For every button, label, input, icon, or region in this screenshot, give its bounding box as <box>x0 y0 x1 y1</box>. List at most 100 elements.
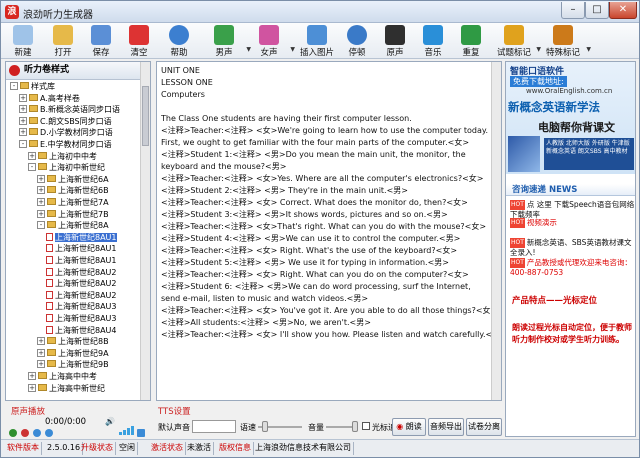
tree-folder-item[interactable]: + D.小学教材同步口语 <box>19 128 113 138</box>
editor-line[interactable]: <注释>Teacher:<注释> <女> Right. What's the u… <box>161 245 491 257</box>
volume-slider-knob[interactable] <box>352 421 358 432</box>
editor-line[interactable]: <注释>Student 2:<注释> <男> They're in the ma… <box>161 185 491 197</box>
title-bar[interactable]: 浪 浪劲听力生成器 – □ ✕ <box>1 1 639 23</box>
toolbar-button-3[interactable]: 保存 <box>83 24 119 58</box>
editor-line[interactable]: <注释>Teacher:<注释> <女>That's right. What c… <box>161 221 491 233</box>
stop-icon[interactable] <box>21 429 29 437</box>
toolbar-button-14[interactable]: 特殊标记 ▼ <box>541 24 591 58</box>
editor-line[interactable]: UNIT ONE <box>161 65 491 77</box>
volume-bar[interactable] <box>123 430 126 435</box>
expand-icon[interactable]: + <box>19 128 27 137</box>
editor-scrollbar[interactable] <box>491 62 501 400</box>
tree-leaf-item[interactable]: 上海新世纪8AU2 <box>46 279 117 289</box>
dropdown-arrow-icon[interactable]: ▼ <box>586 46 591 53</box>
editor-line[interactable]: <注释>Teacher:<注释> <女> Correct. What does … <box>161 197 491 209</box>
promo-banner[interactable]: 智能口语软件 免费下载地址: www.OralEnglish.com.cn 新概… <box>506 62 635 174</box>
expand-icon[interactable]: + <box>37 360 45 369</box>
toolbar-button-5[interactable]: 帮助 <box>161 24 197 58</box>
tree-folder-item[interactable]: + 上海高中中考 <box>28 372 97 382</box>
minimize-button[interactable]: – <box>561 2 585 19</box>
collapse-icon[interactable]: - <box>37 221 45 230</box>
news-item[interactable]: HOT 新概念英语、SBS英语教材课文全录入! <box>510 238 635 258</box>
forward-icon[interactable] <box>45 429 53 437</box>
tree-folder-item[interactable]: + 上海新世纪6B <box>37 186 109 196</box>
text-editor[interactable]: UNIT ONE LESSON ONE Computers The Class One… <box>156 61 502 401</box>
expand-icon[interactable]: + <box>37 337 45 346</box>
tree-folder-item[interactable]: - 样式库 <box>10 82 55 92</box>
toolbar-button-10[interactable]: 原声 <box>379 24 411 58</box>
expand-icon[interactable]: + <box>28 151 36 160</box>
banner-url[interactable]: www.OralEnglish.com.cn <box>526 87 612 95</box>
speed-slider-knob[interactable] <box>262 421 268 432</box>
toolbar-button-9[interactable]: 停顿 <box>341 24 373 58</box>
editor-line[interactable] <box>161 101 491 113</box>
close-button[interactable]: ✕ <box>609 2 637 19</box>
tree-scrollbar[interactable] <box>140 62 150 400</box>
tree-folder-item[interactable]: - 上海新世纪8A <box>37 221 109 231</box>
tree-folder-item[interactable]: - 上海初中新世纪 <box>28 163 105 173</box>
volume-bar[interactable] <box>131 426 134 435</box>
tree-folder-item[interactable]: + 上海新世纪7A <box>37 198 109 208</box>
tree-folder-item[interactable]: + 上海高中新世纪 <box>28 383 105 394</box>
tree-leaf-item[interactable]: 上海新世纪8AU1 <box>46 244 117 254</box>
tree-leaf-item[interactable]: 上海新世纪8AU4 <box>46 325 117 336</box>
expand-icon[interactable]: + <box>28 383 36 392</box>
collapse-icon[interactable]: - <box>10 82 18 90</box>
play-icon[interactable] <box>9 429 17 437</box>
news-item[interactable]: HOT 产品教授或代理欢迎来电咨询：400-887-0753 <box>510 258 635 278</box>
scrollbar-thumb[interactable] <box>142 86 149 146</box>
expand-icon[interactable]: + <box>37 174 45 183</box>
expand-icon[interactable]: + <box>28 372 36 380</box>
volume-bar[interactable] <box>119 432 122 435</box>
cursor-follow-checkbox[interactable] <box>362 422 370 430</box>
editor-line[interactable]: <注释>Teacher:<注释> <女> You've got it. Are … <box>161 305 491 317</box>
editor-line[interactable]: <注释>Student 5:<注释> <男> We use it for typ… <box>161 257 491 269</box>
expand-icon[interactable]: + <box>19 93 27 102</box>
editor-line[interactable]: LESSON ONE <box>161 77 491 89</box>
editor-line[interactable]: <注释>Teacher:<注释> <女> I'll show you how. … <box>161 329 491 341</box>
toolbar-button-7[interactable]: 女声 ▼ <box>249 24 295 58</box>
tree-leaf-item[interactable]: 上海新世纪8AU1 <box>46 256 117 266</box>
tree-leaf-item[interactable]: 上海新世纪8AU3 <box>46 314 117 324</box>
expand-icon[interactable]: + <box>37 348 45 357</box>
tree-folder-item[interactable]: + 上海新世纪9B <box>37 360 109 370</box>
editor-line[interactable]: <注释>Student 3:<注释> <男>It shows words, pi… <box>161 209 491 221</box>
toolbar-button-6[interactable]: 男声 ▼ <box>203 24 251 58</box>
editor-line[interactable]: <注释>Student 4:<注释> <男>We can use it to c… <box>161 233 491 245</box>
collapse-icon[interactable]: - <box>19 140 27 148</box>
rewind-icon[interactable] <box>33 429 41 437</box>
tree-leaf-item[interactable]: 上海新世纪8AU1 <box>46 232 117 243</box>
tree-folder-item[interactable]: + A.高考样卷 <box>19 93 80 104</box>
toolbar-button-1[interactable]: 新建 <box>5 24 41 58</box>
maximize-button[interactable]: □ <box>585 2 609 19</box>
toolbar-button-8[interactable]: 插入图片 <box>297 24 337 58</box>
expand-icon[interactable]: + <box>19 116 27 125</box>
expand-icon[interactable]: + <box>37 186 45 195</box>
expand-icon[interactable]: + <box>37 198 45 206</box>
tree-folder-item[interactable]: - E.中学教材同步口语 <box>19 140 112 150</box>
tree-folder-item[interactable]: + 上海新世纪8B <box>37 337 109 347</box>
collapse-icon[interactable]: - <box>28 163 36 172</box>
tree-folder-item[interactable]: + 上海初中中考 <box>28 151 97 162</box>
toolbar-button-13[interactable]: 试题标记 ▼ <box>493 24 541 58</box>
expand-icon[interactable]: + <box>37 209 45 218</box>
tree-leaf-item[interactable]: 上海新世纪8AU2 <box>46 267 117 278</box>
editor-line[interactable]: The Class One students are having their … <box>161 113 491 125</box>
voice-select[interactable] <box>192 420 236 433</box>
toolbar-button-11[interactable]: 音乐 <box>417 24 449 58</box>
editor-line[interactable]: <注释>Teacher:<注释> <女>We're going to learn… <box>161 125 491 149</box>
export-audio-button[interactable]: 音频导出 <box>428 418 464 436</box>
tree-leaf-item[interactable]: 上海新世纪8AU3 <box>46 302 117 312</box>
volume-icon[interactable]: 🔊 <box>105 417 115 426</box>
editor-line[interactable]: <注释>All students:<注释> <男>No, we aren't.<… <box>161 317 491 329</box>
tree-folder-item[interactable]: + C.朗文SBS同步口语 <box>19 116 112 127</box>
editor-line[interactable]: <注释>Teacher:<注释> <女>Yes. Where are all t… <box>161 173 491 185</box>
expand-icon[interactable]: + <box>19 105 27 114</box>
tree-folder-item[interactable]: + 上海新世纪7B <box>37 209 109 220</box>
dropdown-arrow-icon[interactable]: ▼ <box>290 46 295 53</box>
volume-bar[interactable] <box>127 428 130 435</box>
tree-folder-item[interactable]: + 上海新世纪9A <box>37 348 109 359</box>
read-button[interactable]: ◉ 朗读 <box>392 418 426 436</box>
tree-folder-item[interactable]: + B.新概念英语同步口语 <box>19 105 120 115</box>
tree-folder-item[interactable]: + 上海新世纪6A <box>37 174 109 185</box>
